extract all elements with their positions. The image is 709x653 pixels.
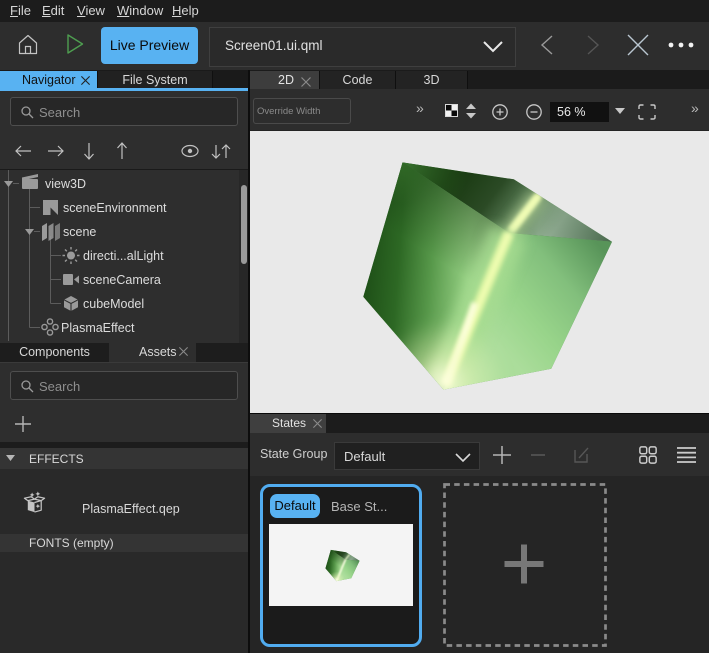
svg-text:sceneEnvironment: sceneEnvironment bbox=[63, 201, 167, 215]
svg-text:PlasmaEffect: PlasmaEffect bbox=[61, 321, 135, 335]
svg-text:directi...alLight: directi...alLight bbox=[83, 249, 164, 263]
svg-text:cubeModel: cubeModel bbox=[83, 297, 144, 311]
svg-text:sceneCamera: sceneCamera bbox=[83, 273, 161, 287]
svg-text:scene: scene bbox=[63, 225, 96, 239]
svg-text:view3D: view3D bbox=[45, 177, 86, 191]
